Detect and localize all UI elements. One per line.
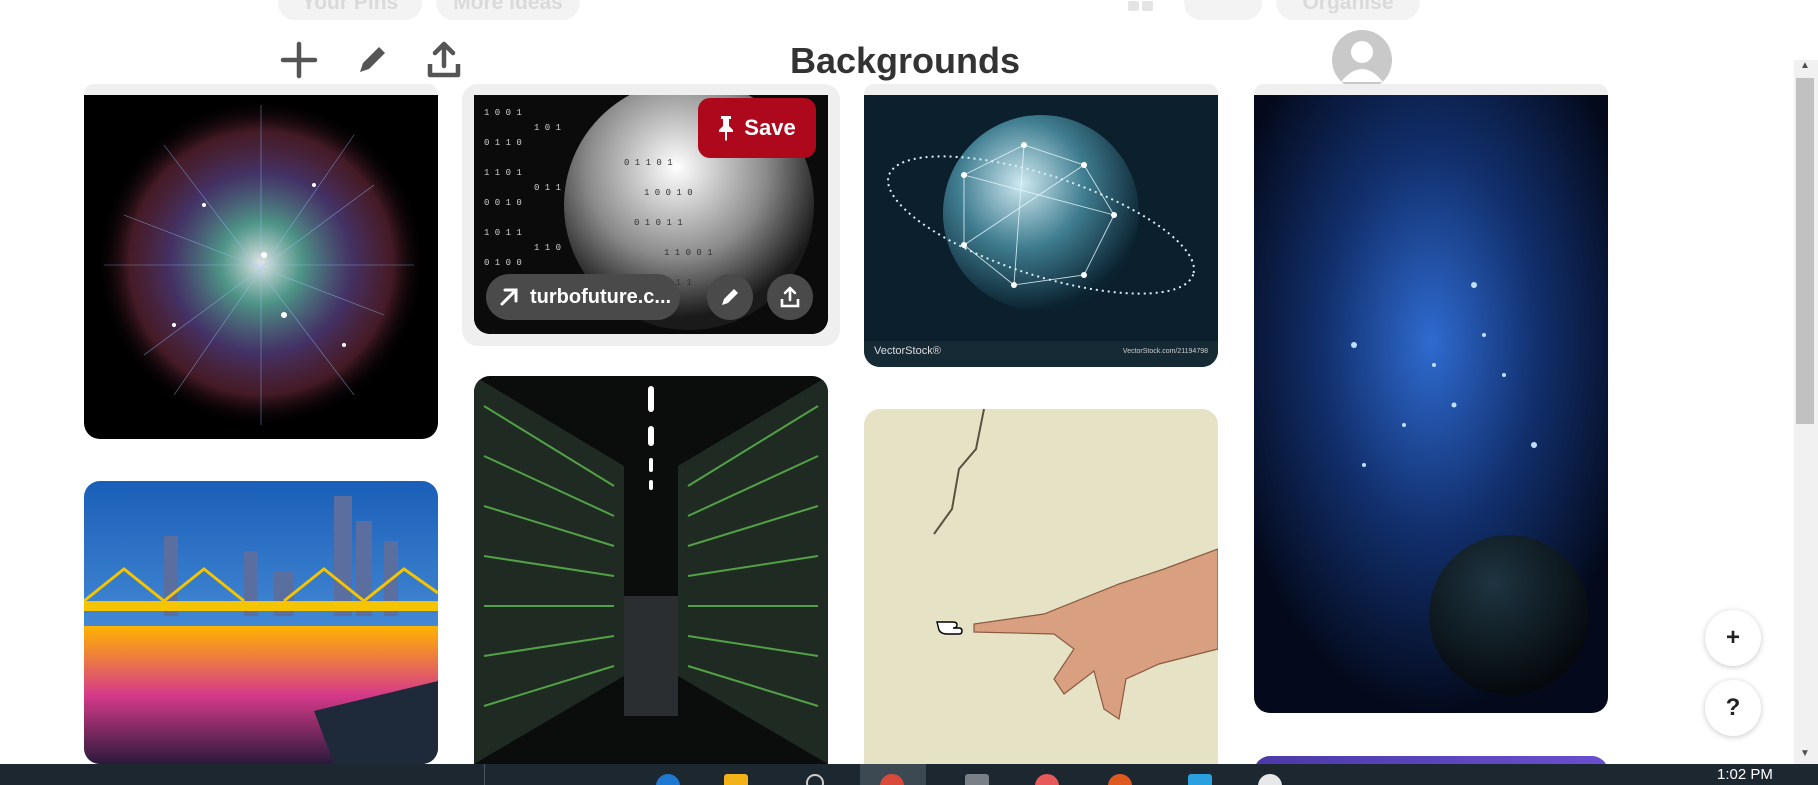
taskbar-folder-icon[interactable]: [724, 774, 748, 785]
server-corridor-image: [474, 376, 828, 764]
share-pin-button[interactable]: [767, 274, 813, 320]
taskbar-app-icon[interactable]: [806, 774, 824, 785]
add-button[interactable]: [275, 36, 323, 84]
city-bridge-image: [84, 481, 438, 764]
source-link-chip[interactable]: turbofuture.c...: [486, 274, 680, 320]
nebula-planet-image: [1254, 95, 1608, 713]
svg-text:0 1 1 0 1: 0 1 1 0 1: [624, 158, 673, 168]
svg-text:0 1 1: 0 1 1: [534, 183, 561, 193]
pin-network-globe[interactable]: VectorStock® VectorStock.com/21194798: [864, 95, 1218, 367]
hand-cursor-icon: [936, 621, 963, 635]
svg-text:0 0 1 0: 0 0 1 0: [484, 198, 522, 208]
pin-network-graph[interactable]: [84, 95, 438, 439]
svg-text:0 1 0 1 1: 0 1 0 1 1: [634, 218, 683, 228]
arrow-up-right-icon: [500, 288, 518, 306]
avatar[interactable]: [1332, 30, 1392, 90]
svg-text:1 0 0 1 0: 1 0 0 1 0: [644, 188, 693, 198]
pin-city-bridge[interactable]: [84, 481, 438, 764]
floating-add-button[interactable]: +: [1705, 610, 1761, 666]
taskbar: 1:02 PM: [0, 764, 1818, 785]
taskbar-app-icon[interactable]: [965, 774, 989, 785]
svg-text:1 0 1: 1 0 1: [534, 123, 561, 133]
pin-creation-hand[interactable]: [864, 409, 1218, 764]
taskbar-app-icon[interactable]: [1035, 774, 1059, 785]
share-board-button[interactable]: [420, 36, 468, 84]
taskbar-divider: [484, 764, 485, 785]
edit-pin-button[interactable]: [707, 274, 753, 320]
watermark-id: VectorStock.com/21194798: [1122, 348, 1208, 355]
pin-server-corridor[interactable]: [474, 376, 828, 764]
svg-text:0 1 0 0: 0 1 0 0: [484, 258, 522, 268]
taskbar-app-icon[interactable]: [1108, 774, 1132, 785]
board-toolbar: Backgrounds: [0, 14, 1780, 90]
edit-board-button[interactable]: [348, 36, 396, 84]
taskbar-app-icon[interactable]: [1188, 774, 1212, 785]
svg-text:1 0 1 1: 1 0 1 1: [484, 228, 522, 238]
svg-text:1 0 0 1: 1 0 0 1: [484, 108, 522, 118]
share-icon: [780, 286, 800, 308]
board-title: Backgrounds: [789, 40, 1021, 81]
taskbar-clock[interactable]: 1:02 PM: [1717, 766, 1773, 783]
network-graph-image: [96, 98, 426, 428]
plus-icon: [280, 41, 318, 79]
creation-hand-image: [864, 409, 1218, 764]
network-globe-image: [864, 95, 1218, 367]
user-icon: [1341, 41, 1383, 82]
pencil-icon: [722, 289, 738, 305]
help-button[interactable]: ?: [1705, 680, 1761, 736]
scroll-down-arrow[interactable]: ▼: [1796, 748, 1814, 762]
save-label: Save: [744, 115, 796, 140]
scrollbar-thumb[interactable]: [1796, 78, 1814, 424]
save-button[interactable]: Save: [698, 98, 816, 158]
pin-nebula-planet[interactable]: [1254, 95, 1608, 713]
svg-text:1 1 0: 1 1 0: [534, 243, 561, 253]
source-link-label: turbofuture.c...: [530, 285, 672, 308]
taskbar-edge-icon[interactable]: [656, 774, 680, 785]
svg-text:1 1 0 0 1: 1 1 0 0 1: [664, 248, 713, 258]
svg-text:0 1 1 0: 0 1 1 0: [484, 138, 522, 148]
scroll-up-arrow[interactable]: ▲: [1796, 60, 1814, 74]
share-icon: [427, 41, 461, 78]
svg-text:1 1 0 1: 1 1 0 1: [484, 168, 522, 178]
watermark-brand: VectorStock®: [874, 345, 941, 357]
pencil-icon: [360, 47, 385, 72]
taskbar-app-icon[interactable]: [1258, 774, 1282, 785]
pin-icon: [719, 116, 734, 141]
